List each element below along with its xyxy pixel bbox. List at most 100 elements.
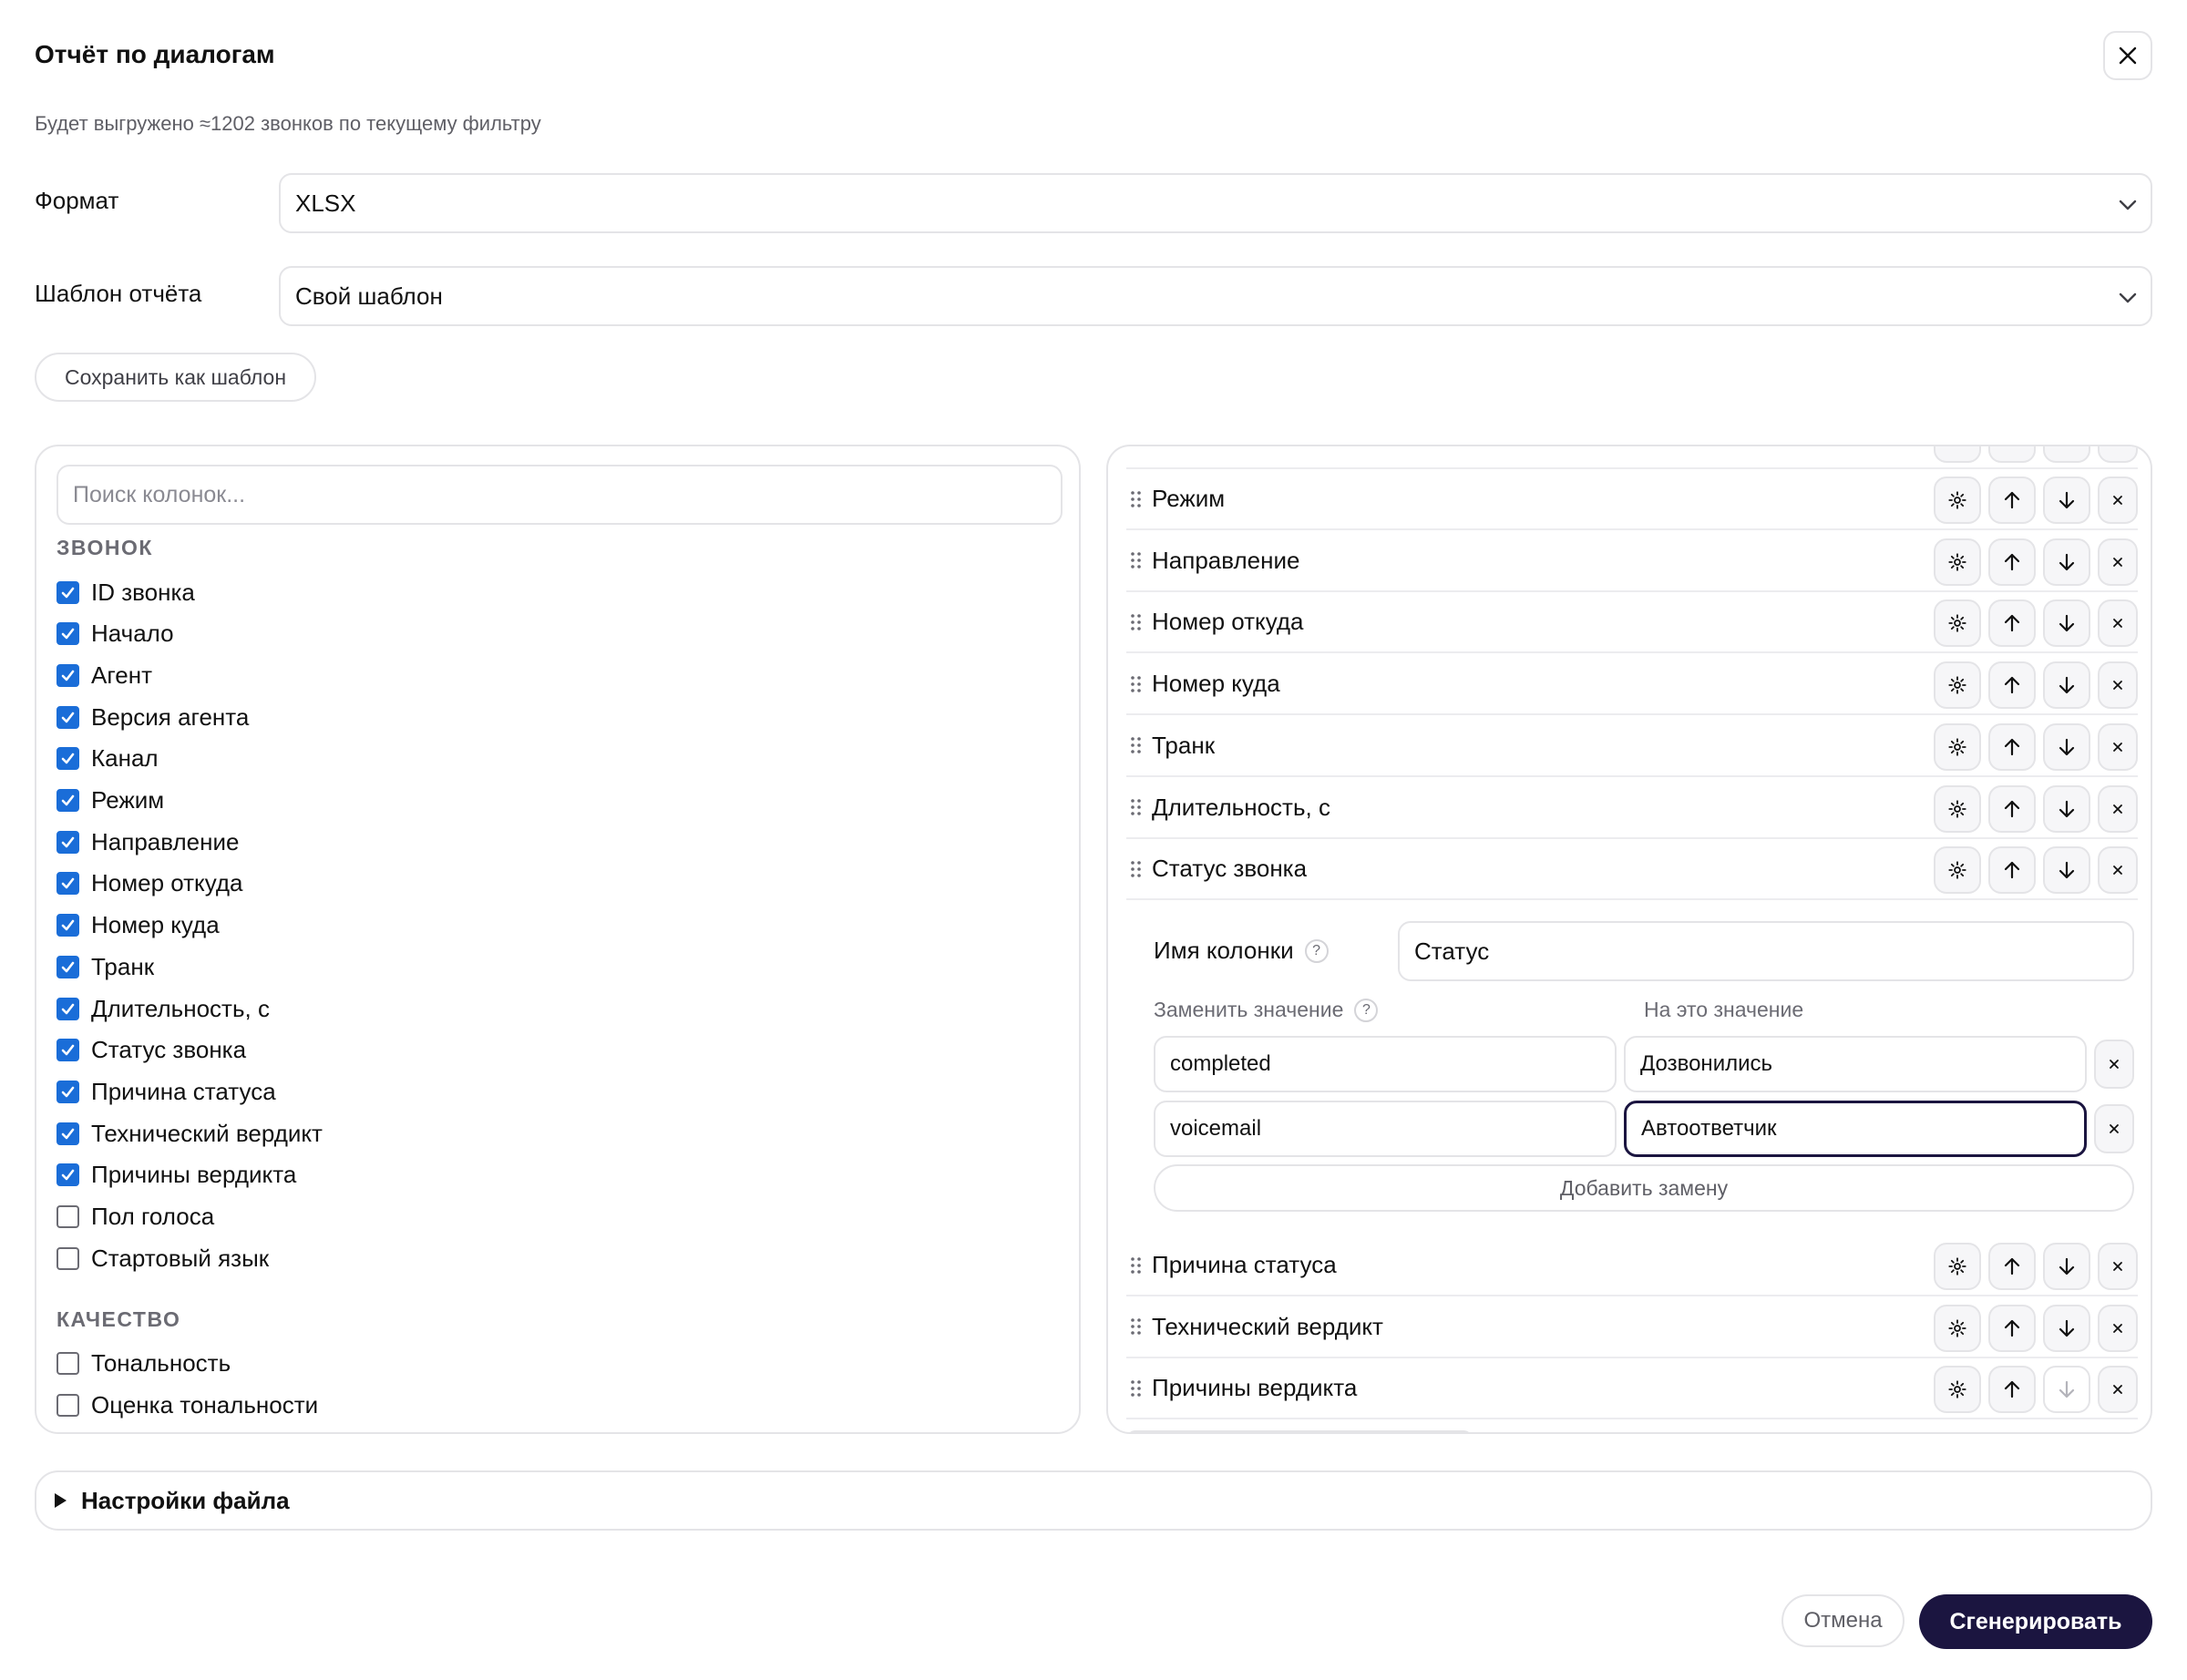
column-checkbox-item[interactable]: Транк xyxy=(56,951,154,982)
gear-icon[interactable] xyxy=(1934,476,1981,524)
checkbox-checked-icon[interactable] xyxy=(56,705,79,729)
cancel-button[interactable]: Отмена xyxy=(1781,1594,1905,1647)
arrow-down-icon[interactable] xyxy=(2043,722,2090,771)
checkbox-checked-icon[interactable] xyxy=(56,955,79,978)
drag-handle-icon[interactable] xyxy=(1130,736,1143,754)
help-icon[interactable]: ? xyxy=(1354,998,1379,1022)
arrow-down-icon[interactable] xyxy=(2043,1366,2090,1414)
arrow-up-icon[interactable] xyxy=(1988,538,2036,586)
x-icon[interactable] xyxy=(2098,538,2138,586)
column-name-input[interactable]: Статус xyxy=(1398,921,2134,981)
generate-button[interactable]: Сгенерировать xyxy=(1919,1594,2152,1649)
arrow-down-icon[interactable] xyxy=(2043,846,2090,895)
checkbox-unchecked-icon[interactable] xyxy=(56,1205,79,1228)
column-checkbox-item[interactable]: Причины вердикта xyxy=(56,1160,296,1191)
column-checkbox-item[interactable]: Пол голоса xyxy=(56,1202,214,1233)
drag-handle-icon[interactable] xyxy=(1130,613,1143,631)
column-checkbox-item[interactable]: Версия агента xyxy=(56,702,249,732)
column-checkbox-item[interactable]: Номер куда xyxy=(56,910,220,941)
column-checkbox-item[interactable]: Начало xyxy=(56,619,174,650)
template-select[interactable]: Свой шаблон xyxy=(279,266,2152,326)
arrow-up-icon[interactable] xyxy=(1988,476,2036,524)
gear-icon[interactable] xyxy=(1934,722,1981,771)
add-replacement-button[interactable]: Добавить замену xyxy=(1154,1164,2134,1212)
column-checkbox-item[interactable]: Статус звонка xyxy=(56,1035,246,1066)
move-up-button[interactable] xyxy=(1988,446,2036,463)
drag-handle-icon[interactable] xyxy=(1130,675,1143,693)
drag-handle-icon[interactable] xyxy=(1130,551,1143,569)
gear-icon[interactable] xyxy=(1934,599,1981,648)
column-checkbox-item[interactable]: Номер откуда xyxy=(56,868,243,899)
checkbox-unchecked-icon[interactable] xyxy=(56,1394,79,1418)
gear-icon[interactable] xyxy=(1934,1304,1981,1352)
arrow-up-icon[interactable] xyxy=(1988,661,2036,710)
move-down-button[interactable] xyxy=(2043,446,2090,463)
column-checkbox-item[interactable]: Канал xyxy=(56,743,159,774)
arrow-down-icon[interactable] xyxy=(2043,599,2090,648)
arrow-down-icon[interactable] xyxy=(2043,538,2090,586)
column-search-input[interactable] xyxy=(56,465,1063,525)
save-template-button[interactable]: Сохранить как шаблон xyxy=(35,353,316,402)
checkbox-checked-icon[interactable] xyxy=(56,1163,79,1187)
drag-handle-icon[interactable] xyxy=(1130,860,1143,878)
arrow-up-icon[interactable] xyxy=(1988,1243,2036,1290)
format-select[interactable]: XLSX xyxy=(279,173,2152,233)
column-checkbox-item[interactable]: Оценка тональности xyxy=(56,1390,318,1421)
file-settings-toggle[interactable]: Настройки файла xyxy=(35,1470,2152,1531)
settings-button[interactable] xyxy=(1934,446,1981,463)
checkbox-checked-icon[interactable] xyxy=(56,997,79,1020)
arrow-down-icon[interactable] xyxy=(2043,784,2090,833)
column-checkbox-item[interactable]: Направление xyxy=(56,826,239,857)
x-icon[interactable] xyxy=(2098,476,2138,524)
replace-to-input[interactable]: Автоответчик xyxy=(1624,1101,2087,1157)
checkbox-checked-icon[interactable] xyxy=(56,1080,79,1103)
x-icon[interactable] xyxy=(2098,1366,2138,1414)
column-checkbox-item[interactable]: Длительность, с xyxy=(56,993,270,1024)
drag-handle-icon[interactable] xyxy=(1130,1256,1143,1275)
checkbox-checked-icon[interactable] xyxy=(56,747,79,771)
checkbox-checked-icon[interactable] xyxy=(56,830,79,854)
drag-handle-icon[interactable] xyxy=(1130,1317,1143,1336)
drag-handle-icon[interactable] xyxy=(1130,490,1143,508)
remove-replacement-button[interactable] xyxy=(2094,1104,2134,1153)
column-checkbox-item[interactable]: Причина статуса xyxy=(56,1076,276,1107)
replace-from-input[interactable]: completed xyxy=(1154,1036,1617,1092)
column-checkbox-item[interactable]: ID звонка xyxy=(56,577,195,608)
drag-handle-icon[interactable] xyxy=(1130,798,1143,816)
arrow-up-icon[interactable] xyxy=(1988,1366,2036,1414)
remove-replacement-button[interactable] xyxy=(2094,1040,2134,1089)
checkbox-checked-icon[interactable] xyxy=(56,580,79,604)
gear-icon[interactable] xyxy=(1934,1366,1981,1414)
checkbox-checked-icon[interactable] xyxy=(56,1039,79,1062)
arrow-down-icon[interactable] xyxy=(2043,1304,2090,1352)
x-icon[interactable] xyxy=(2098,784,2138,833)
replace-from-input[interactable]: voicemail xyxy=(1154,1101,1617,1157)
x-icon[interactable] xyxy=(2098,722,2138,771)
checkbox-checked-icon[interactable] xyxy=(56,789,79,812)
checkbox-unchecked-icon[interactable] xyxy=(56,1246,79,1270)
arrow-up-icon[interactable] xyxy=(1988,599,2036,648)
remove-button[interactable] xyxy=(2098,446,2138,463)
column-checkbox-item[interactable]: Тональность xyxy=(56,1348,231,1379)
arrow-up-icon[interactable] xyxy=(1988,722,2036,771)
arrow-up-icon[interactable] xyxy=(1988,846,2036,895)
gear-icon[interactable] xyxy=(1934,661,1981,710)
column-checkbox-item[interactable]: Агент xyxy=(56,660,152,691)
gear-icon[interactable] xyxy=(1934,784,1981,833)
column-checkbox-item[interactable]: Технический вердикт xyxy=(56,1118,323,1149)
column-checkbox-item[interactable]: Режим xyxy=(56,785,164,816)
x-icon[interactable] xyxy=(2098,1243,2138,1290)
arrow-down-icon[interactable] xyxy=(2043,476,2090,524)
checkbox-unchecked-icon[interactable] xyxy=(56,1352,79,1376)
arrow-up-icon[interactable] xyxy=(1988,784,2036,833)
replace-to-input[interactable]: Дозвонились xyxy=(1624,1036,2087,1092)
x-icon[interactable] xyxy=(2098,661,2138,710)
checkbox-checked-icon[interactable] xyxy=(56,622,79,646)
gear-icon[interactable] xyxy=(1934,846,1981,895)
drag-handle-icon[interactable] xyxy=(1130,1379,1143,1398)
checkbox-checked-icon[interactable] xyxy=(56,663,79,687)
checkbox-checked-icon[interactable] xyxy=(56,872,79,896)
x-icon[interactable] xyxy=(2098,599,2138,648)
arrow-down-icon[interactable] xyxy=(2043,661,2090,710)
x-icon[interactable] xyxy=(2098,1304,2138,1352)
